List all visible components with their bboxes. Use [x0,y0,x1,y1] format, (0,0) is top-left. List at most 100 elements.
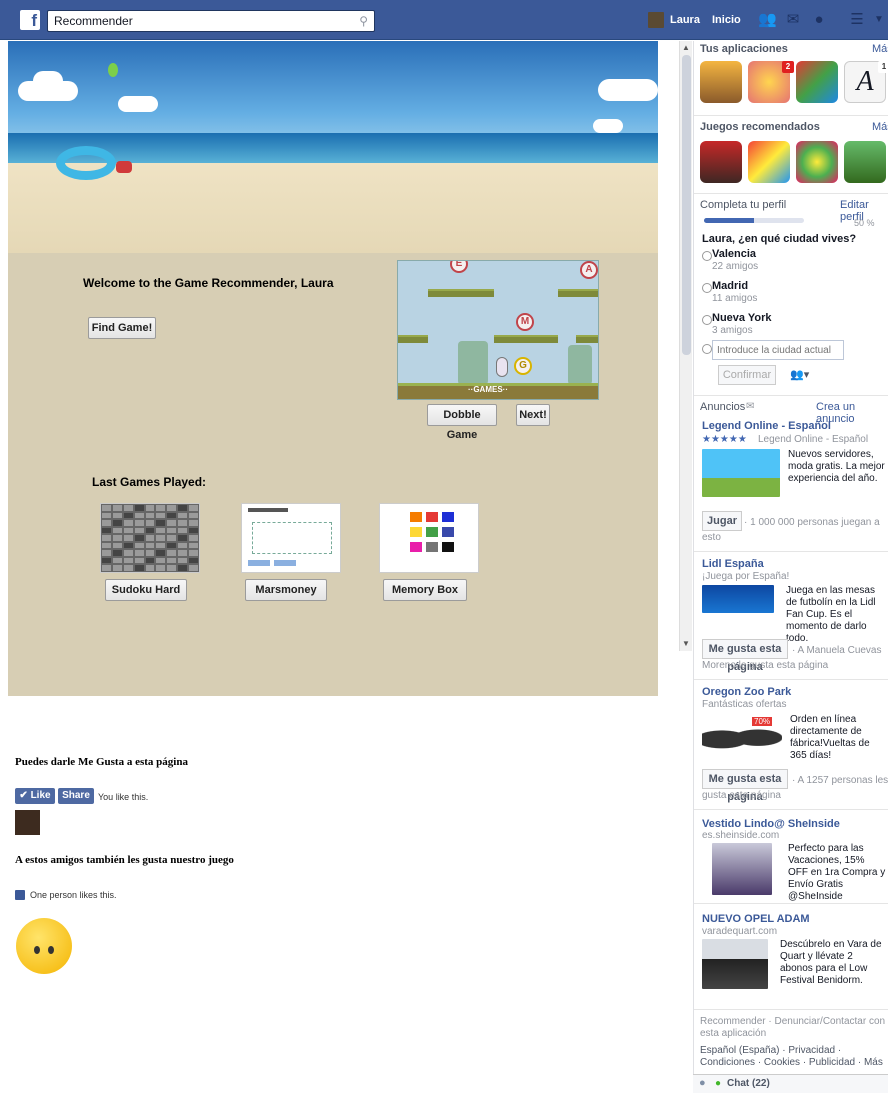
sudoku-cell [155,549,167,557]
swim-ring-decoration [56,146,116,180]
like-prompt: Puedes darle Me Gusta a esta página [15,756,188,768]
ad-image[interactable] [702,939,768,989]
memory-color-tile [442,527,454,537]
sudoku-cell [177,511,189,520]
rating-stars-icon: ★★★★★ [702,434,747,445]
account-menu-chevron-icon[interactable]: ▼ [870,12,888,28]
cloud-decoration [118,96,158,112]
privacy-shortcuts-icon[interactable]: ☰ [848,12,866,28]
scroll-up-icon[interactable]: ▲ [682,43,690,52]
chat-label[interactable]: Chat (22) [727,1078,770,1089]
sudoku-cell [177,519,189,527]
current-city-input[interactable] [712,340,844,360]
city-radio-madrid[interactable] [702,283,712,293]
flip-flop-decoration [116,161,132,173]
city-radio-custom[interactable] [702,344,712,354]
preview-tree [458,341,488,385]
sudoku-cell [111,556,123,565]
sudoku-cell [133,519,145,527]
sudoku-cell [166,564,178,572]
marsmoney-thumbnail[interactable] [241,503,341,573]
preview-platform [576,335,598,343]
game-preview-image[interactable]: E M G A ··GAMES·· [397,260,599,400]
sudoku-cell [188,519,199,527]
sudoku-thumbnail[interactable] [100,503,200,573]
sudoku-cell [188,564,199,572]
audience-selector-icon[interactable]: 👥▾ [790,368,809,381]
footer-links-app[interactable]: Recommender · Denunciar/Contactar con es… [700,1016,888,1040]
search-box[interactable]: ⚲ [47,10,375,32]
scrollbar-thumb[interactable] [682,55,691,355]
ad-social-text: · 1 000 000 personas juegan a esto [702,517,880,543]
sudoku-cell [111,549,123,557]
sudoku-cell [166,534,178,542]
memory-box-thumbnail[interactable] [379,503,479,573]
ad-image[interactable] [702,585,774,613]
preview-game-title-button[interactable]: Dobble Game [427,404,497,441]
scroll-down-icon[interactable]: ▼ [682,639,690,648]
divider [694,115,888,116]
notifications-globe-icon[interactable]: ● [810,12,828,28]
search-input[interactable] [48,11,348,31]
divider [694,1009,888,1010]
puzzle-app-icon[interactable] [796,61,838,103]
city-radio-nueva-york[interactable] [702,315,712,325]
messages-icon[interactable]: ✉ [784,12,802,28]
preview-platform [494,335,558,343]
search-icon[interactable]: ⚲ [359,14,368,28]
ad-title[interactable]: NUEVO OPEL ADAM [702,913,810,925]
sudoku-hard-button[interactable]: Sudoku Hard [105,579,187,601]
user-avatar[interactable] [648,12,664,28]
army-tactics-game-icon[interactable] [700,141,742,183]
discount-badge: 70% [752,717,773,726]
city-option-name: Valencia [712,248,757,260]
cloud-decoration [593,119,623,133]
ad-title[interactable]: Oregon Zoo Park [702,686,791,698]
candy-game-icon[interactable] [748,141,790,183]
profile-percent: 50 % [854,218,875,228]
sudoku-cell [144,519,156,527]
kitchen-scramble-app-icon[interactable] [700,61,742,103]
marsmoney-header [248,508,288,512]
facebook-logo[interactable]: f [20,10,40,30]
sudoku-cell [101,564,112,572]
ad-title[interactable]: Vestido Lindo@ SheInside [702,818,840,830]
sudoku-cell [177,549,189,557]
like-button[interactable]: ✔ Like [15,788,55,804]
find-game-button[interactable]: Find Game! [88,317,156,339]
city-option-friends: 22 amigos [712,261,759,272]
chat-bar[interactable]: ● ● Chat (22) [693,1074,888,1093]
sudoku-cell [133,511,145,520]
fruit-game-icon[interactable] [796,141,838,183]
sudoku-cell [177,526,189,535]
globe-icon[interactable]: ● [699,1077,706,1089]
friend-requests-icon[interactable]: 👥 [758,12,777,28]
marsmoney-button[interactable]: Marsmoney [245,579,327,601]
sudoku-cell [155,541,167,550]
share-button[interactable]: Share [58,788,94,804]
recommended-more-link[interactable]: Más [872,121,888,133]
ad-image[interactable] [702,449,780,497]
home-link[interactable]: Inicio [712,14,741,26]
confirm-city-button[interactable]: Confirmar [718,365,776,385]
city-radio-valencia[interactable] [702,251,712,261]
sudoku-cell [166,556,178,565]
ad-title[interactable]: Lidl España [702,558,764,570]
monster-game-icon[interactable] [844,141,886,183]
friend-avatar[interactable] [15,810,40,835]
ad-image[interactable] [712,843,772,895]
ad-title[interactable]: Legend Online - Español [702,420,831,432]
your-apps-more-link[interactable]: Más [872,43,888,55]
user-name-link[interactable]: Laura [670,14,700,26]
preview-tree [568,345,592,385]
friends-like-heading: A estos amigos también les gusta nuestro… [15,854,234,866]
smiley-avatar[interactable] [16,918,72,974]
sudoku-cell [155,556,167,565]
recommended-games-heading: Juegos recomendados [700,121,820,133]
next-button[interactable]: Next! [516,404,550,426]
preview-letter-g: G [514,357,532,375]
footer-links-legal[interactable]: Español (España) · Privacidad · Condicio… [700,1045,888,1069]
sudoku-cell [155,526,167,535]
canvas-scrollbar[interactable]: ▲ ▼ [679,41,692,651]
memory-box-button[interactable]: Memory Box [383,579,467,601]
